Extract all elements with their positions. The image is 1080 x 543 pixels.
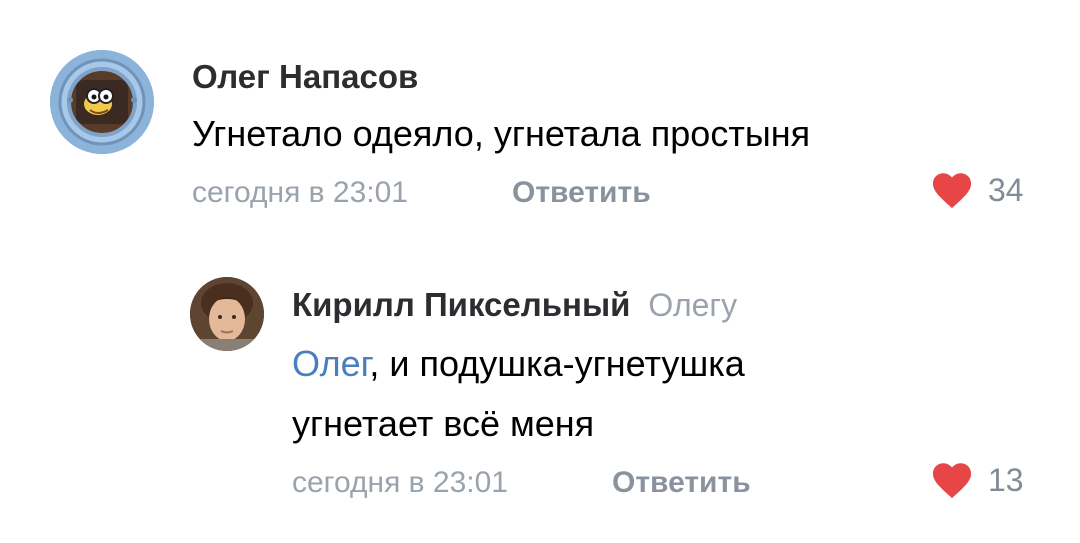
reply-to-label[interactable]: Олегу xyxy=(648,287,737,323)
reply-button[interactable]: Ответить xyxy=(512,176,651,210)
comment-text: , и подушка-угнетушка xyxy=(369,343,745,384)
like-count: 34 xyxy=(988,171,1024,208)
like-button[interactable]: 13 xyxy=(930,460,1024,500)
comment-text: Угнетало одеяло, угнетала простыня xyxy=(192,113,811,154)
mention-link[interactable]: Олег xyxy=(292,343,369,384)
heart-icon xyxy=(932,463,972,499)
avatar[interactable] xyxy=(50,50,154,154)
comment-text-line1: Олег, и подушка-угнетушка xyxy=(292,338,745,390)
like-count: 13 xyxy=(988,461,1024,498)
comment-timestamp: сегодня в 23:01 xyxy=(292,466,508,499)
avatar[interactable] xyxy=(190,277,264,351)
comment-text-line2: угнетает всё меня xyxy=(292,403,595,444)
like-button[interactable]: 34 xyxy=(930,170,1024,210)
avatar-image xyxy=(50,50,154,154)
comment-author[interactable]: Олег Напасов xyxy=(192,58,418,96)
comment-author-line: Кирилл Пиксельный Олегу xyxy=(292,286,737,324)
reply-button[interactable]: Ответить xyxy=(612,466,751,500)
heart-icon xyxy=(932,173,972,209)
comment-timestamp: сегодня в 23:01 xyxy=(192,176,408,209)
comment-author[interactable]: Кирилл Пиксельный xyxy=(292,286,630,323)
avatar-image xyxy=(190,277,264,351)
